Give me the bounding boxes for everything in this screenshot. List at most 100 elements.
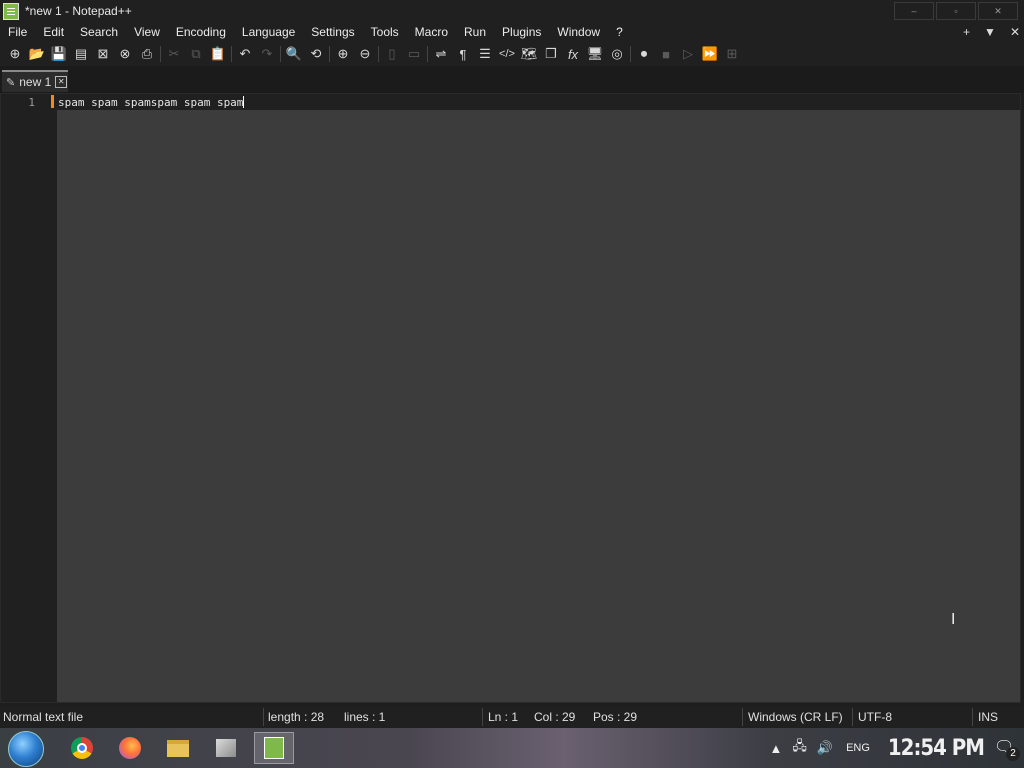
save-all-icon[interactable]: ▤ [70, 43, 92, 65]
toolbar-separator [280, 46, 281, 62]
taskbar-file-explorer[interactable] [158, 732, 198, 764]
paste-icon[interactable]: 📋 [207, 43, 229, 65]
menu-language[interactable]: Language [234, 25, 303, 39]
word-wrap-icon[interactable]: ⇌ [430, 43, 452, 65]
play-macro-icon[interactable]: ▷ [677, 43, 699, 65]
volume-icon[interactable]: 🔊 [817, 740, 833, 756]
status-separator [852, 708, 853, 726]
notification-count-badge: 2 [1006, 747, 1020, 761]
new-tab-plus-icon[interactable]: + [963, 25, 970, 39]
document-map-icon[interactable]: 🗺 [518, 43, 540, 65]
minimize-icon: – [911, 6, 917, 16]
menu-edit[interactable]: Edit [35, 25, 72, 39]
sync-horizontal-icon[interactable]: ▭ [403, 43, 425, 65]
menu-search[interactable]: Search [72, 25, 126, 39]
show-hidden-icons-icon[interactable]: ▲ [770, 741, 783, 756]
status-column: Col : 29 [534, 710, 576, 724]
cut-icon[interactable]: ✂ [163, 43, 185, 65]
status-separator [482, 708, 483, 726]
menu-file[interactable]: File [0, 25, 35, 39]
document-list-icon[interactable]: ❐ [540, 43, 562, 65]
tab-new-1[interactable]: ✎ new 1 ✕ [2, 70, 68, 92]
replace-icon[interactable]: ⟲ [305, 43, 327, 65]
status-insert-mode[interactable]: INS [978, 710, 998, 724]
status-position: Pos : 29 [593, 710, 638, 724]
stop-macro-icon[interactable]: ■ [655, 43, 677, 65]
print-icon[interactable]: ⎙ [136, 43, 158, 65]
menu-run[interactable]: Run [456, 25, 494, 39]
action-center-button[interactable]: 🗨 2 [994, 737, 1020, 761]
taskbar-notepad-plus-plus[interactable] [254, 732, 294, 764]
zoom-in-icon[interactable]: ⊕ [332, 43, 354, 65]
close-document-icon[interactable]: ✕ [1010, 25, 1020, 39]
line-number-gutter: 1 [1, 94, 57, 702]
window-controls: – ▫ ✕ [892, 2, 1018, 20]
record-macro-icon[interactable]: ⏺ [633, 43, 655, 65]
taskbar: ▲ 🖧 🔊 ENG 12:54 PM 🗨 2 [0, 728, 1024, 768]
menu-encoding[interactable]: Encoding [168, 25, 234, 39]
close-all-icon[interactable]: ⊗ [114, 43, 136, 65]
status-encoding[interactable]: UTF-8 [858, 710, 892, 724]
save-macro-icon[interactable]: ⊞ [721, 43, 743, 65]
change-marker [51, 95, 54, 108]
taskbar-firefox[interactable] [110, 732, 150, 764]
clock[interactable]: 12:54 PM [888, 736, 985, 761]
function-list-icon[interactable]: fx [562, 43, 584, 65]
save-icon[interactable]: 💾 [48, 43, 70, 65]
copy-icon[interactable]: ⧉ [185, 43, 207, 65]
line-number: 1 [28, 96, 35, 109]
sync-vertical-icon[interactable]: ▯ [381, 43, 403, 65]
close-window-button[interactable]: ✕ [978, 2, 1018, 20]
tab-list-dropdown-icon[interactable]: ▼ [984, 25, 996, 39]
minimize-button[interactable]: – [894, 2, 934, 20]
menu-plugins[interactable]: Plugins [494, 25, 549, 39]
menu-tools[interactable]: Tools [363, 25, 407, 39]
toolbar-separator [329, 46, 330, 62]
folder-workspace-icon[interactable]: 🖥 [584, 43, 606, 65]
notepad-plus-plus-icon [264, 737, 284, 759]
new-file-icon[interactable]: ⊕ [4, 43, 26, 65]
tab-label: new 1 [19, 75, 52, 89]
network-icon[interactable]: 🖧 [792, 737, 807, 759]
taskbar-chrome[interactable] [62, 732, 102, 764]
redo-icon[interactable]: ↷ [256, 43, 278, 65]
toolbar-separator [231, 46, 232, 62]
menu-help[interactable]: ? [608, 25, 631, 39]
monitoring-icon[interactable]: ◎ [606, 43, 628, 65]
line-text: spam spam spamspam spam spam [58, 96, 244, 109]
status-separator [263, 708, 264, 726]
status-line: Ln : 1 [488, 710, 519, 724]
maximize-button[interactable]: ▫ [936, 2, 976, 20]
close-file-icon[interactable]: ⊠ [92, 43, 114, 65]
close-icon: ✕ [994, 5, 1002, 16]
show-all-chars-icon[interactable]: ¶ [452, 43, 474, 65]
open-file-icon[interactable]: 📂 [26, 43, 48, 65]
find-icon[interactable]: 🔍 [283, 43, 305, 65]
run-macro-multiple-icon[interactable]: ⏩ [699, 43, 721, 65]
xml-tag-icon[interactable]: </> [496, 43, 518, 65]
editor-area[interactable]: 1 spam spam spamspam spam spam Ι [0, 93, 1021, 703]
indent-guide-icon[interactable]: ☰ [474, 43, 496, 65]
toolbar-separator [630, 46, 631, 62]
toolbar-separator [427, 46, 428, 62]
folder-icon [167, 739, 189, 757]
menu-window[interactable]: Window [549, 25, 608, 39]
input-language[interactable]: ENG [846, 742, 870, 754]
status-separator [742, 708, 743, 726]
start-button[interactable] [8, 731, 44, 767]
status-eol-format[interactable]: Windows (CR LF) [748, 710, 843, 724]
status-file-type: Normal text file [3, 710, 84, 724]
menu-view[interactable]: View [126, 25, 168, 39]
taskbar-app[interactable] [206, 732, 246, 764]
tab-close-icon[interactable]: ✕ [55, 76, 68, 88]
menu-settings[interactable]: Settings [303, 25, 362, 39]
status-bar: Normal text file length : 28 lines : 1 L… [0, 706, 1024, 728]
undo-icon[interactable]: ↶ [234, 43, 256, 65]
menu-macro[interactable]: Macro [407, 25, 456, 39]
zoom-out-icon[interactable]: ⊖ [354, 43, 376, 65]
toolbar: ⊕ 📂 💾 ▤ ⊠ ⊗ ⎙ ✂ ⧉ 📋 ↶ ↷ 🔍 ⟲ ⊕ ⊖ ▯ ▭ ⇌ ¶ … [0, 42, 1024, 66]
chrome-icon [71, 737, 93, 759]
maximize-icon: ▫ [954, 6, 958, 16]
text-line[interactable]: spam spam spamspam spam spam [58, 96, 245, 109]
status-length: length : 28 [268, 710, 325, 724]
